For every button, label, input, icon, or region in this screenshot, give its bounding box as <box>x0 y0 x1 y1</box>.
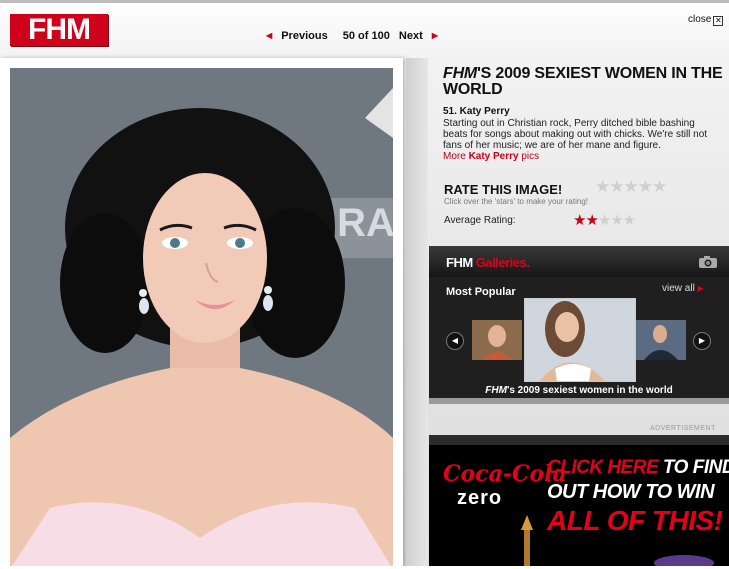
arrow-left-icon: ◀ <box>451 336 459 345</box>
ad-click-here: CLICK HERE <box>547 457 659 478</box>
most-popular-label: Most Popular <box>446 286 516 298</box>
close-button[interactable]: close ✕ <box>688 14 724 26</box>
photo-illustration: GRA <box>10 68 393 569</box>
rate-hint: Click over the 'stars' to make your rati… <box>444 197 588 206</box>
gallery-thumb-left[interactable] <box>472 320 522 360</box>
arrow-left-icon: ◀ <box>266 31 273 40</box>
close-label: close <box>688 14 712 25</box>
view-all-label: view all <box>662 283 695 294</box>
average-stars-empty: ★★★ <box>597 212 636 229</box>
galleries-header: FHM Galleries. <box>429 246 729 277</box>
caption-rest: 's 2009 sexiest women in the world <box>506 385 673 396</box>
entry-description: Starting out in Christian rock, Perry di… <box>443 118 718 162</box>
rate-title: RATE THIS IMAGE! <box>444 182 563 197</box>
view-all-link[interactable]: view all ▶ <box>662 283 704 294</box>
previous-link[interactable]: ◀ Previous <box>266 30 334 42</box>
entry-name: 51. Katy Perry <box>443 106 510 117</box>
arrow-right-icon: ▶ <box>698 336 706 345</box>
more-name: Katy Perry <box>468 151 519 162</box>
advertisement-banner[interactable]: Coca-Cola zero CLICK HERE TO FIND OUT HO… <box>429 435 729 569</box>
entry-text: Starting out in Christian rock, Perry di… <box>443 118 708 151</box>
camera-icon <box>699 256 717 268</box>
galleries-widget: FHM Galleries. Most Popular view all ▶ ◀… <box>429 246 729 404</box>
ad-to-find: TO FIND <box>658 457 729 478</box>
fhm-logo[interactable]: FHM <box>10 14 108 46</box>
average-rating-stars: ★★★★★ <box>573 211 636 229</box>
ad-line-1: CLICK HERE TO FIND <box>547 457 729 479</box>
rating-stars[interactable]: ★★★★★ <box>595 177 667 197</box>
gallery-caption[interactable]: FHM's 2009 sexiest women in the world <box>429 385 729 396</box>
page-title: FHM'S 2009 SEXIEST WOMEN IN THE WORLD <box>443 66 728 98</box>
previous-label: Previous <box>281 30 328 42</box>
ad-all-of-this: ALL OF THIS! <box>547 505 723 536</box>
top-rule <box>0 0 729 3</box>
gallery-next-button[interactable]: ▶ <box>693 332 711 350</box>
gallery-prev-button[interactable]: ◀ <box>446 332 464 350</box>
next-link[interactable]: Next ▶ <box>399 30 444 42</box>
column-shadow <box>406 58 428 569</box>
average-stars-filled: ★★ <box>573 212 599 229</box>
close-box-icon: ✕ <box>713 16 724 26</box>
arrow-right-icon: ▶ <box>697 284 704 293</box>
pager: ◀ Previous 50 of 100 Next ▶ <box>266 30 450 42</box>
photo-frame: GRA <box>0 58 403 569</box>
gallery-thumb-main[interactable] <box>524 298 636 382</box>
page-counter: 50 of 100 <box>342 30 390 42</box>
arrow-right-icon: ▶ <box>431 31 438 40</box>
galleries-brand-fhm: FHM <box>446 255 473 270</box>
next-label: Next <box>398 30 423 42</box>
title-brand: FHM <box>443 65 478 82</box>
title-rest: 'S 2009 SEXIEST WOMEN IN THE WORLD <box>443 65 723 98</box>
ad-product: zero <box>457 487 503 509</box>
more-suffix: pics <box>518 151 540 162</box>
gallery-footer-bar <box>429 398 729 404</box>
more-prefix: More <box>443 151 469 162</box>
advertisement-label: ADVERTISEMENT <box>650 425 716 432</box>
ad-line-3: ALL OF THIS! <box>547 505 723 537</box>
more-pics-link[interactable]: More Katy Perry pics <box>443 151 539 162</box>
average-rating-label: Average Rating: <box>444 215 516 226</box>
gallery-thumb-right[interactable] <box>636 320 686 360</box>
caption-brand: FHM <box>485 385 507 396</box>
galleries-brand-word: Galleries. <box>475 255 530 270</box>
ad-line-2: OUT HOW TO WIN <box>547 481 715 503</box>
main-photo[interactable]: GRA <box>10 68 393 569</box>
galleries-brand[interactable]: FHM Galleries. <box>446 255 530 270</box>
